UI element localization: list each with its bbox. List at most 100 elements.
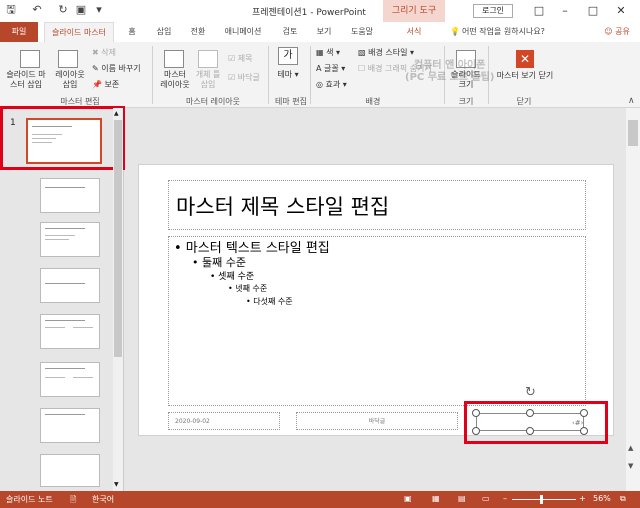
share-icon: ☺ xyxy=(604,27,616,36)
close-master-view-button[interactable]: ✕ xyxy=(516,50,534,68)
preserve-button[interactable]: 📌 보존 xyxy=(92,79,119,91)
scroll-down-icon[interactable]: ▼ xyxy=(114,481,119,488)
footer-checkbox-label: 바닥글 xyxy=(237,73,260,82)
collapse-ribbon-icon[interactable]: ∧ xyxy=(628,96,635,106)
insert-slide-master-button[interactable] xyxy=(14,50,40,68)
zoom-slider[interactable] xyxy=(512,499,576,500)
close-master-icon: ✕ xyxy=(519,52,531,66)
footer-placeholder[interactable]: 바닥글 xyxy=(296,412,458,430)
share-button[interactable]: ☺ 공유 xyxy=(598,22,636,42)
slide-sorter-icon[interactable]: ▦ xyxy=(432,494,440,503)
layout-icon xyxy=(58,50,78,68)
preserve-icon: 📌 xyxy=(92,80,105,89)
group-size: 크기 xyxy=(458,97,474,106)
slideshow-view-icon[interactable]: ▭ xyxy=(482,494,490,503)
login-button[interactable]: 로그인 xyxy=(473,4,513,18)
rename-button[interactable]: ✎ 이름 바꾸기 xyxy=(92,63,141,75)
tell-me-search[interactable]: 어떤 작업을 원하시나요? xyxy=(462,22,584,42)
footer-checkbox[interactable]: ☑ 바닥글 xyxy=(228,72,260,84)
themes-button[interactable]: 가 xyxy=(278,47,298,65)
accessibility-icon[interactable]: 🗎 xyxy=(70,494,76,508)
delete-icon: ✖ xyxy=(92,48,102,57)
thumbnail-layout[interactable] xyxy=(40,178,100,213)
insert-slide-master-label: 슬라이드 마 스터 삽입 xyxy=(6,70,46,89)
undo-icon[interactable]: ↶ xyxy=(30,3,44,17)
ribbon-separator xyxy=(268,46,269,104)
thumbnail-layout[interactable] xyxy=(40,408,100,443)
tab-slide-master[interactable]: 슬라이드 마스터 xyxy=(44,22,114,42)
redo-icon[interactable]: ↻ xyxy=(56,3,70,17)
next-slide-icon[interactable]: ▼ xyxy=(628,462,633,470)
insert-layout-button[interactable] xyxy=(58,50,78,68)
close-window-button[interactable]: ✕ xyxy=(611,3,631,19)
tab-help[interactable]: 도움말 xyxy=(344,22,380,42)
thumbnail-layout[interactable] xyxy=(40,362,100,397)
tab-view[interactable]: 보기 xyxy=(310,22,338,42)
title-checkbox[interactable]: ☑ 제목 xyxy=(228,53,252,65)
zoom-level[interactable]: 56% xyxy=(593,494,611,503)
date-placeholder[interactable]: 2020-09-02 xyxy=(168,412,280,430)
customize-quick-access-icon[interactable]: ▾ xyxy=(92,3,106,17)
text-level-4: • 넷째 수준 xyxy=(228,284,268,293)
delete-button[interactable]: ✖ 삭제 xyxy=(92,47,116,59)
zoom-out-icon[interactable]: – xyxy=(503,494,507,503)
scroll-up-icon[interactable]: ▲ xyxy=(114,110,119,117)
master-layout-icon xyxy=(164,50,184,68)
tab-insert[interactable]: 삽입 xyxy=(150,22,178,42)
rename-label: 이름 바꾸기 xyxy=(101,64,141,73)
zoom-slider-thumb[interactable] xyxy=(540,495,543,504)
background-styles-button[interactable]: ▧ 배경 스타일 ▾ xyxy=(358,47,414,59)
start-slideshow-icon[interactable]: ▣ xyxy=(74,3,88,17)
save-icon[interactable]: 🖫 xyxy=(4,3,18,17)
insert-placeholder-label: 개체 틀 삽입 xyxy=(195,70,221,89)
normal-view-icon[interactable]: ▣ xyxy=(404,494,412,503)
colors-button[interactable]: ▦ 색 ▾ xyxy=(316,47,340,59)
delete-label: 삭제 xyxy=(101,48,116,57)
thumbnail-layout[interactable] xyxy=(40,268,100,303)
language-status[interactable]: 한국어 xyxy=(92,494,114,505)
insert-layout-label: 레이아웃 삽입 xyxy=(55,70,85,89)
text-level-5: • 다섯째 수준 xyxy=(246,297,293,306)
background-styles-icon: ▧ xyxy=(358,48,369,57)
title-checkbox-label: 제목 xyxy=(237,54,253,63)
drawing-tools-context-tab: 그리기 도구 xyxy=(383,0,445,22)
window-title: 프레젠테이션1 - PowerPoint xyxy=(252,8,366,18)
themes-icon: 가 xyxy=(278,47,298,65)
reading-view-icon[interactable]: ▤ xyxy=(458,494,466,503)
ribbon-separator xyxy=(152,46,153,104)
insert-placeholder-button[interactable] xyxy=(198,50,218,68)
tab-home[interactable]: 홈 xyxy=(120,22,144,42)
tab-animations[interactable]: 애니메이션 xyxy=(218,22,268,42)
group-close: 닫기 xyxy=(516,97,532,106)
effects-icon: ◎ xyxy=(316,80,326,89)
tab-file[interactable]: 파일 xyxy=(0,22,38,42)
slide-scrollbar[interactable] xyxy=(626,108,640,491)
share-label: 공유 xyxy=(615,27,630,36)
preserve-label: 보존 xyxy=(104,80,120,89)
previous-slide-icon[interactable]: ▲ xyxy=(628,444,633,452)
placeholder-icon xyxy=(198,50,218,68)
ribbon-display-options-icon[interactable]: □ xyxy=(529,3,549,19)
tab-format[interactable]: 서식 xyxy=(398,22,430,42)
thumbnail-layout[interactable] xyxy=(40,454,100,487)
highlight-box xyxy=(0,106,125,170)
master-layout-button[interactable] xyxy=(164,50,184,68)
maximize-button[interactable]: □ xyxy=(583,3,603,19)
minimize-button[interactable]: – xyxy=(555,3,575,19)
group-master-layout: 마스터 레이아웃 xyxy=(185,97,241,106)
zoom-in-icon[interactable]: + xyxy=(579,494,586,503)
fit-to-window-icon[interactable]: ⧉ xyxy=(620,494,626,504)
thumbnail-layout[interactable] xyxy=(40,222,100,257)
tab-transitions[interactable]: 전환 xyxy=(184,22,212,42)
slide-scrollbar-thumb[interactable] xyxy=(628,120,638,146)
effects-button[interactable]: ◎ 효과 ▾ xyxy=(316,79,347,91)
tab-review[interactable]: 검토 xyxy=(276,22,304,42)
group-edit-theme: 테마 편집 xyxy=(275,97,307,106)
themes-label-text: 테마 xyxy=(277,70,293,79)
fonts-label: 글꼴 xyxy=(324,64,339,73)
thumbnail-scrollbar-thumb[interactable] xyxy=(114,120,122,357)
rotate-handle-icon[interactable]: ↻ xyxy=(525,385,536,400)
thumbnail-layout[interactable] xyxy=(40,314,100,349)
close-master-view-label: 마스터 보기 닫기 xyxy=(496,71,554,80)
fonts-button[interactable]: A 글꼴 ▾ xyxy=(316,63,345,75)
